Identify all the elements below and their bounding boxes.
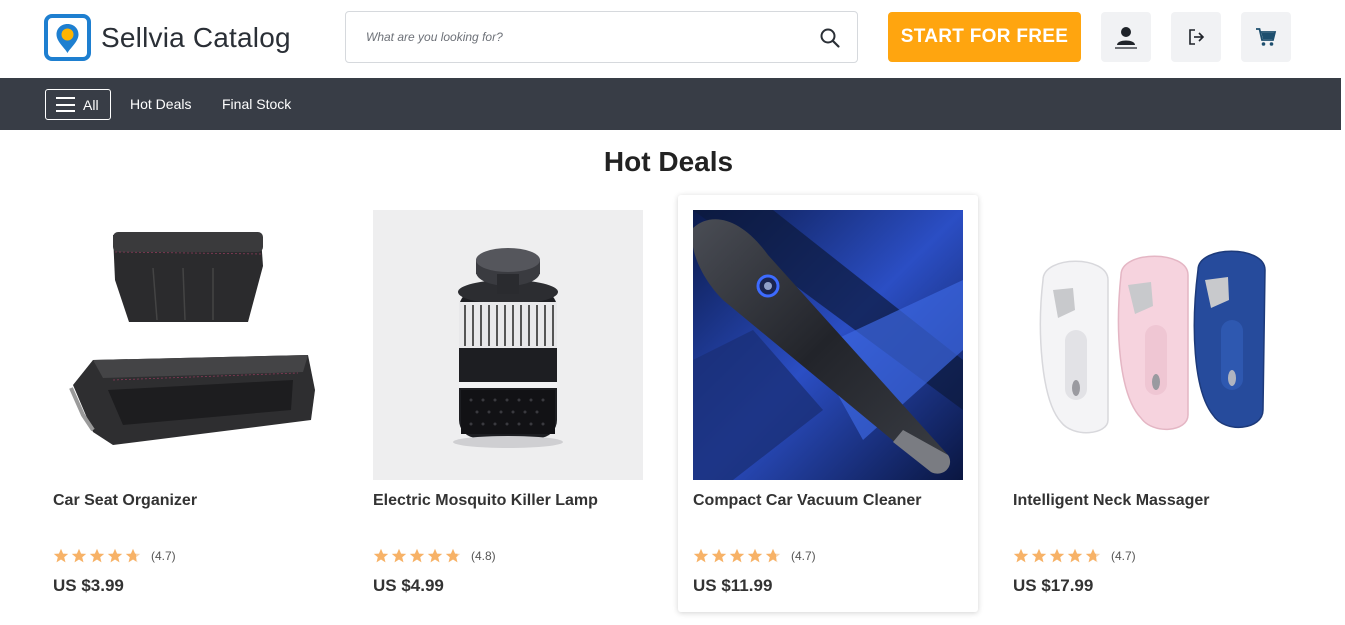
search-box <box>345 11 858 63</box>
search-input[interactable] <box>366 12 806 62</box>
category-navbar: All Hot Deals Final Stock <box>0 78 1341 130</box>
product-image[interactable] <box>53 210 323 480</box>
star-half-icon <box>125 548 141 563</box>
cart-button[interactable] <box>1241 12 1291 62</box>
star-half-icon <box>445 548 461 563</box>
star-icon <box>373 548 389 563</box>
star-icon <box>1031 548 1047 563</box>
star-icon <box>89 548 105 563</box>
nav-link-final-stock[interactable]: Final Stock <box>222 96 291 112</box>
product-rating: (4.8) <box>373 548 496 564</box>
start-for-free-button[interactable]: START FOR FREE <box>888 12 1081 62</box>
star-half-icon <box>765 548 781 563</box>
star-icon <box>747 548 763 563</box>
all-categories-button[interactable]: All <box>45 89 111 120</box>
star-icon <box>1049 548 1065 563</box>
product-price: US $4.99 <box>373 576 444 595</box>
product-name[interactable]: Intelligent Neck Massager <box>1013 492 1283 510</box>
logout-icon <box>1189 29 1205 45</box>
page-title: Hot Deals <box>603 146 734 177</box>
star-icon <box>409 548 425 563</box>
product-image[interactable] <box>1013 210 1283 480</box>
rating-value: (4.8) <box>471 549 496 563</box>
star-icon <box>711 548 727 563</box>
hamburger-icon <box>56 97 75 112</box>
product-rating: (4.7) <box>1013 548 1136 564</box>
product-price: US $3.99 <box>53 576 124 595</box>
star-icon <box>1067 548 1083 563</box>
logo-pin-icon <box>44 14 91 61</box>
site-header: Sellvia Catalog START FOR FREE <box>0 0 1345 78</box>
product-rating: (4.7) <box>693 548 816 564</box>
star-icon <box>391 548 407 563</box>
user-icon <box>1115 27 1137 49</box>
search-icon[interactable] <box>819 27 841 49</box>
product-card[interactable]: Car Seat Organizer (4.7) US $3.99 <box>38 195 338 612</box>
star-icon <box>53 548 69 563</box>
product-name[interactable]: Compact Car Vacuum Cleaner <box>693 492 963 510</box>
star-icon <box>107 548 123 563</box>
cart-icon <box>1256 28 1277 46</box>
star-icon <box>729 548 745 563</box>
star-icon <box>693 548 709 563</box>
star-icon <box>71 548 87 563</box>
account-button[interactable] <box>1101 12 1151 62</box>
brand-logo[interactable]: Sellvia Catalog <box>44 14 291 61</box>
all-categories-label: All <box>83 96 99 113</box>
product-name[interactable]: Electric Mosquito Killer Lamp <box>373 492 643 510</box>
product-price: US $17.99 <box>1013 576 1094 595</box>
nav-link-hot-deals[interactable]: Hot Deals <box>130 96 191 112</box>
product-image[interactable] <box>693 210 963 480</box>
star-icon <box>427 548 443 563</box>
product-image[interactable] <box>373 210 643 480</box>
product-card[interactable]: Compact Car Vacuum Cleaner (4.7) US $11.… <box>678 195 978 612</box>
product-card[interactable]: Electric Mosquito Killer Lamp (4.8) US $… <box>358 195 658 612</box>
brand-name: Sellvia Catalog <box>101 21 291 53</box>
rating-value: (4.7) <box>791 549 816 563</box>
product-card[interactable]: Intelligent Neck Massager (4.7) US $17.9… <box>998 195 1298 612</box>
product-name[interactable]: Car Seat Organizer <box>53 492 323 510</box>
star-icon <box>1013 548 1029 563</box>
product-rating: (4.7) <box>53 548 176 564</box>
logout-button[interactable] <box>1171 12 1221 62</box>
product-price: US $11.99 <box>693 576 773 595</box>
rating-value: (4.7) <box>1111 549 1136 563</box>
star-half-icon <box>1085 548 1101 563</box>
rating-value: (4.7) <box>151 549 176 563</box>
